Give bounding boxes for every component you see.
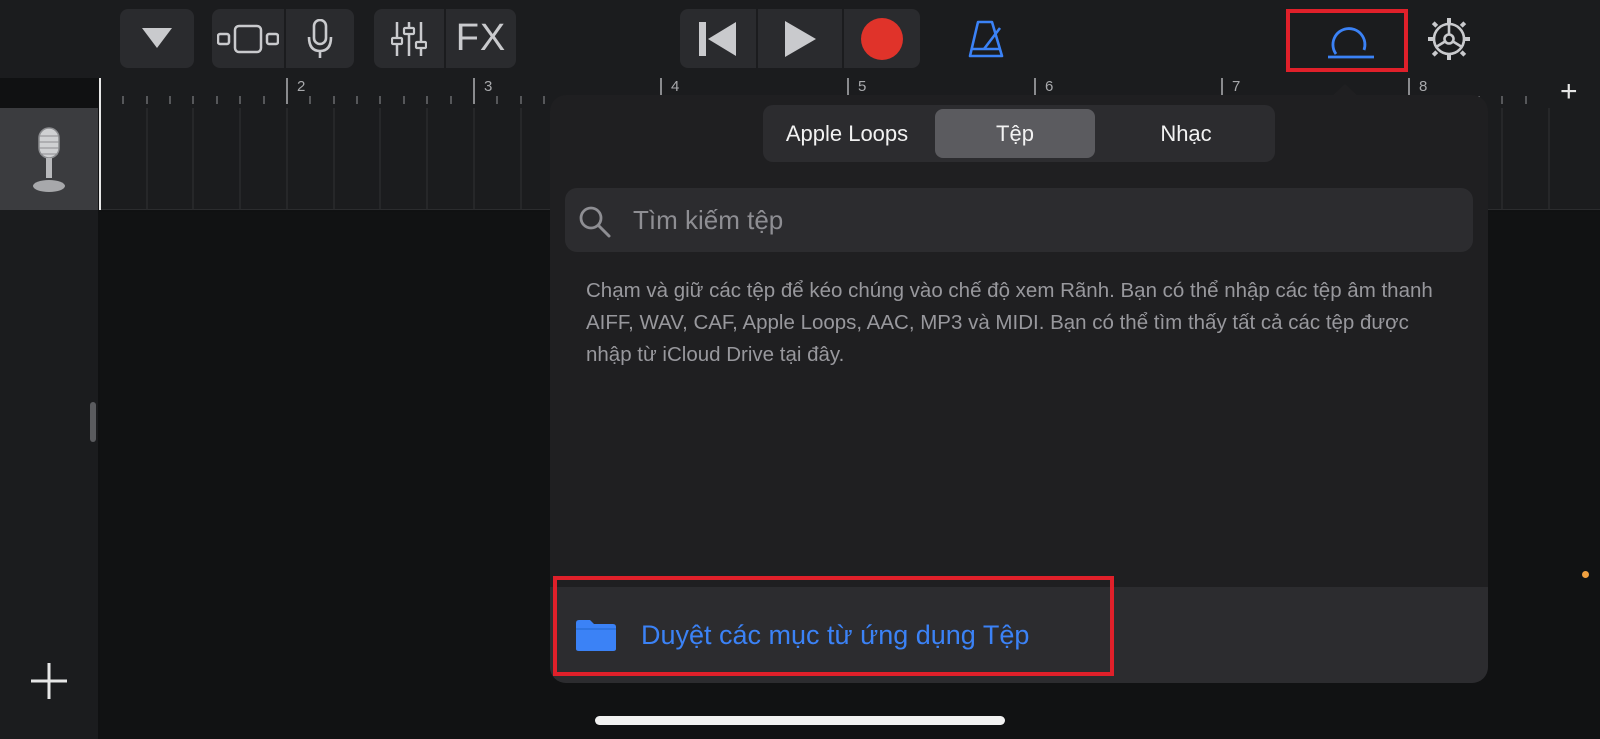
tab-music[interactable]: Nhạc bbox=[1101, 109, 1271, 158]
vintage-microphone-icon bbox=[33, 127, 65, 192]
add-section-button[interactable]: + bbox=[1560, 77, 1584, 108]
fx-label: FX bbox=[455, 17, 507, 59]
triangle-down-icon[interactable] bbox=[120, 9, 194, 68]
status-dot bbox=[1582, 571, 1589, 578]
add-track-button[interactable] bbox=[28, 660, 70, 702]
microphone-icon[interactable] bbox=[284, 9, 354, 68]
view-group bbox=[212, 9, 354, 68]
transport-group bbox=[680, 9, 920, 68]
track-header-audio-recorder[interactable] bbox=[0, 108, 98, 210]
browser-tab-bar: Apple Loops Tệp Nhạc bbox=[763, 105, 1275, 162]
playhead[interactable] bbox=[99, 78, 101, 210]
track-menu-group bbox=[120, 9, 194, 68]
record-icon bbox=[861, 17, 903, 60]
fx-button[interactable]: FX bbox=[444, 9, 516, 68]
ruler-bar-number: 5 bbox=[858, 78, 867, 95]
browse-highlight bbox=[553, 576, 1114, 676]
metronome-icon[interactable] bbox=[956, 9, 1016, 68]
ruler-bar-number: 6 bbox=[1045, 78, 1054, 95]
search-bar bbox=[565, 188, 1473, 252]
resize-handle[interactable] bbox=[90, 402, 96, 442]
settings-gear-icon[interactable] bbox=[1418, 9, 1478, 68]
ruler-bar-number: 7 bbox=[1232, 78, 1241, 95]
play-icon[interactable] bbox=[756, 9, 842, 68]
mix-group: FX bbox=[374, 9, 516, 68]
ruler-bar-number: 2 bbox=[297, 78, 306, 95]
tab-files[interactable]: Tệp bbox=[935, 109, 1095, 158]
loop-browser-highlight bbox=[1286, 9, 1408, 72]
home-indicator[interactable] bbox=[595, 716, 1005, 725]
tracks-view-icon[interactable] bbox=[212, 9, 284, 68]
search-icon bbox=[579, 206, 611, 238]
mixer-icon[interactable] bbox=[374, 9, 444, 68]
help-text: Chạm và giữ các tệp để kéo chúng vào chế… bbox=[586, 279, 1433, 366]
rewind-icon[interactable] bbox=[680, 9, 756, 68]
ruler-bar-number: 3 bbox=[484, 78, 493, 95]
record-button[interactable] bbox=[842, 9, 920, 68]
ruler-bar-number: 4 bbox=[671, 78, 680, 95]
plus-icon bbox=[31, 663, 67, 699]
search-input[interactable] bbox=[633, 188, 1453, 252]
ruler-bar-number: 8 bbox=[1419, 78, 1428, 95]
tab-apple-loops[interactable]: Apple Loops bbox=[767, 109, 927, 158]
